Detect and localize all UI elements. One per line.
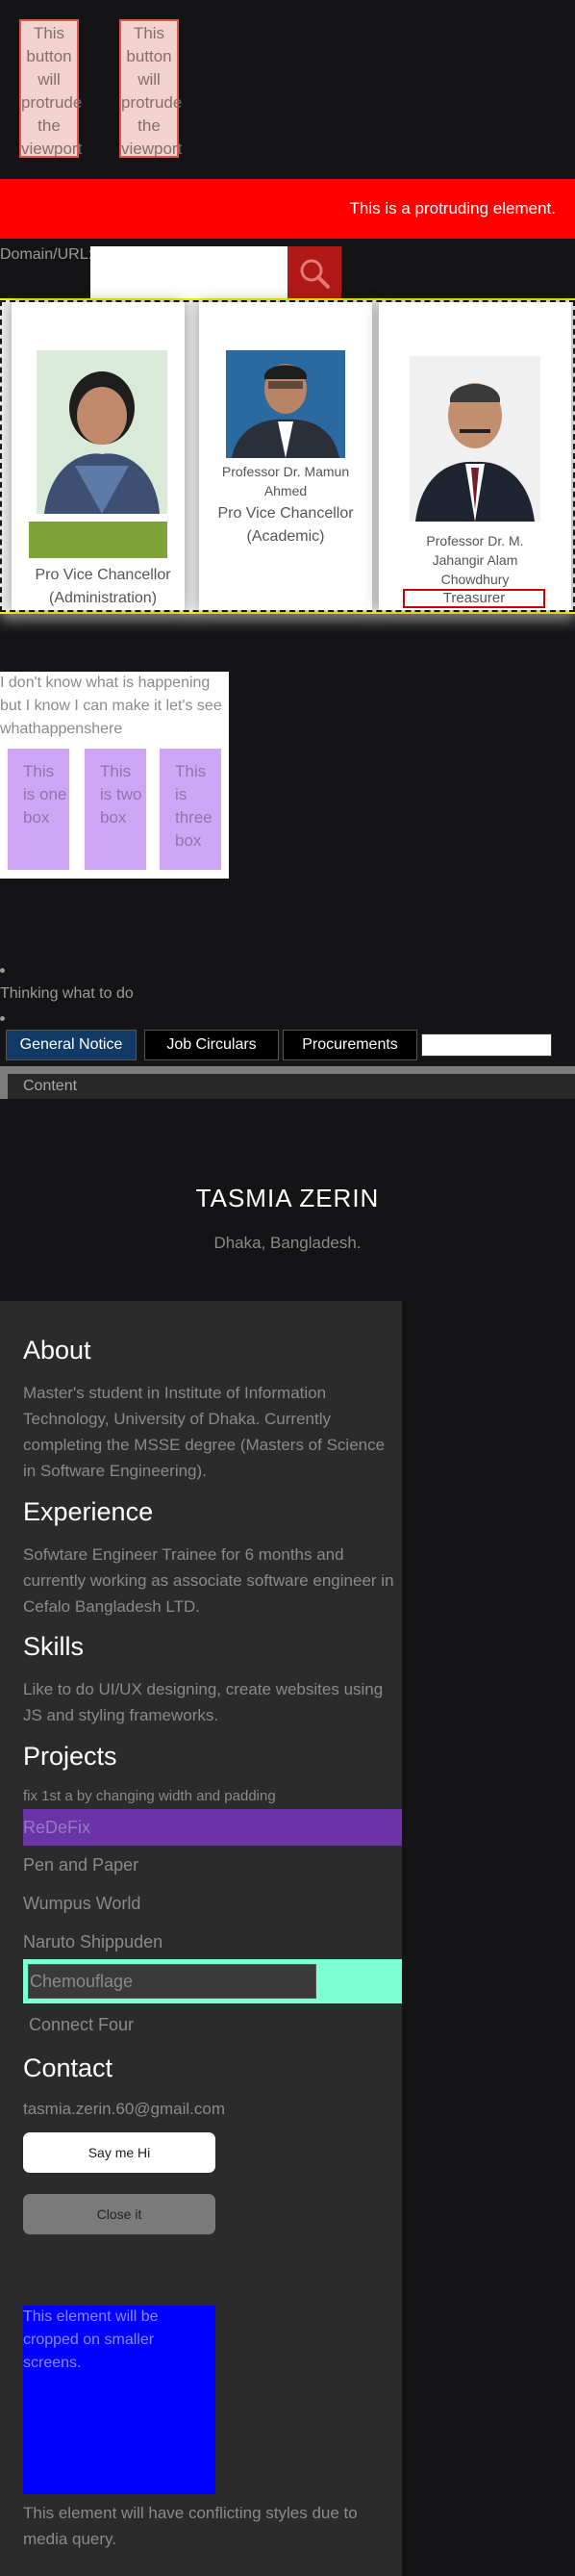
person-photo-2 <box>226 350 345 458</box>
search-icon <box>300 259 330 289</box>
person-designation-3: Treasurer <box>403 589 545 608</box>
box-one: This is one box <box>8 749 69 870</box>
people-strip: Pro Vice Chancellor (Administration) Pro… <box>0 298 575 614</box>
person-designation-2: Pro Vice Chancellor (Academic) <box>217 505 354 545</box>
protrude-button-2[interactable]: This button will protrude the viewport <box>119 19 182 158</box>
bullet-text: Thinking what to do <box>0 985 134 1002</box>
person-designation-1: Pro Vice Chancellor (Administration) <box>35 567 171 606</box>
tab-general-notice[interactable]: General Notice <box>6 1030 137 1060</box>
protrude-button-1[interactable]: This button will protrude the viewport <box>19 19 82 158</box>
person-name-2: Professor Dr. Mamun Ahmed <box>221 464 350 498</box>
protruding-banner: This is a protruding element. <box>0 179 575 239</box>
tab-job-circulars[interactable]: Job Circulars <box>144 1030 279 1060</box>
skills-heading: Skills <box>23 1632 85 1661</box>
experience-heading: Experience <box>23 1497 154 1526</box>
contact-heading: Contact <box>23 2053 113 2082</box>
tab-empty-white[interactable] <box>421 1033 552 1057</box>
box-two: This is two box <box>85 749 146 870</box>
conflict-text: This element will have conflicting style… <box>23 2504 358 2548</box>
project-chemouflage-frame: Chemouflage <box>23 1959 402 2003</box>
person-photo-1 <box>37 350 167 514</box>
project-wumpus-world[interactable]: Wumpus World <box>23 1894 140 1914</box>
bullet-dot-1 <box>0 968 5 973</box>
profile-name: TASMIA ZERIN <box>195 1184 380 1212</box>
cropped-box: This element will be cropped on smaller … <box>23 2306 215 2494</box>
box-three: This is three box <box>160 749 221 870</box>
projects-heading: Projects <box>23 1742 117 1771</box>
content-label: Content <box>8 1074 575 1099</box>
experience-text: Sofwtare Engineer Trainee for 6 months a… <box>23 1545 394 1616</box>
say-hi-button[interactable]: Say me Hi <box>23 2132 215 2173</box>
content-bar: Content <box>0 1066 575 1099</box>
contact-email[interactable]: tasmia.zerin.60@gmail.com <box>23 2100 225 2119</box>
profile-location: Dhaka, Bangladesh. <box>213 1234 362 1252</box>
tabs-bar: General Notice Job Circulars Procurement… <box>0 1028 575 1066</box>
search-button[interactable] <box>288 246 341 300</box>
person-card-3: Professor Dr. M. Jahangir Alam Chowdhury… <box>379 302 571 610</box>
projects-note: fix 1st a by changing width and padding <box>23 1788 276 1804</box>
bullet-dot-2 <box>0 1016 5 1021</box>
boxes-section: I don't know what is happening but I kno… <box>0 672 229 879</box>
skills-text: Like to do UI/UX designing, create websi… <box>23 1680 384 1724</box>
project-redefix[interactable]: ReDeFix <box>23 1809 402 1846</box>
project-pen-and-paper[interactable]: Pen and Paper <box>23 1855 138 1875</box>
tab-procurements[interactable]: Procurements <box>283 1030 417 1060</box>
person-card-2: Professor Dr. Mamun Ahmed Pro Vice Chanc… <box>199 302 372 610</box>
person-photo-3 <box>410 356 540 522</box>
boxes-text: I don't know what is happening but I kno… <box>0 675 222 737</box>
person-label-1 <box>29 522 167 558</box>
profile-panel: About Master's student in Institute of I… <box>0 1301 402 2576</box>
domain-label: Domain/URL: <box>0 246 93 263</box>
person-card-1: Pro Vice Chancellor (Administration) <box>12 302 185 610</box>
close-button[interactable]: Close it <box>23 2194 215 2234</box>
project-naruto-shippuden[interactable]: Naruto Shippuden <box>23 1932 162 1952</box>
person-name-3: Professor Dr. M. Jahangir Alam Chowdhury <box>426 533 524 587</box>
about-text: Master's student in Institute of Informa… <box>23 1384 386 1480</box>
project-chemouflage[interactable]: Chemouflage <box>28 1964 316 1999</box>
about-heading: About <box>23 1336 91 1365</box>
project-connect-four[interactable]: Connect Four <box>29 2015 134 2035</box>
domain-input[interactable] <box>90 246 288 300</box>
